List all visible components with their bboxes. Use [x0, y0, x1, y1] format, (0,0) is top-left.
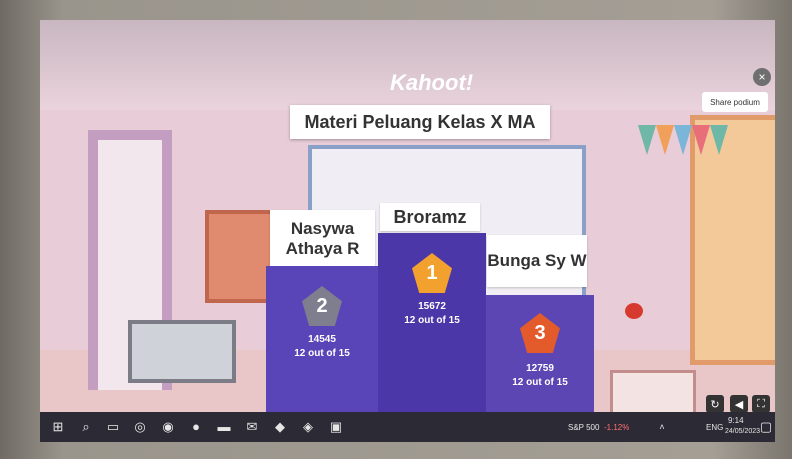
second-place-badge-icon: 2 [302, 286, 342, 326]
first-place-name: Broramz [380, 203, 480, 231]
edge-icon[interactable]: ◉ [160, 419, 176, 435]
tray-chevron-icon[interactable]: ˄ [654, 419, 670, 435]
third-place-badge-icon: 3 [520, 313, 560, 353]
mail-icon[interactable]: ✉ [244, 419, 260, 435]
search-icon[interactable]: ⌕ [78, 419, 94, 435]
file-explorer-icon[interactable]: ▬ [216, 419, 232, 435]
second-place-name: Nasywa Athaya R [270, 210, 375, 268]
first-place-score: 15672 [418, 301, 446, 312]
clock-date: 24/05/2023 [725, 428, 761, 435]
fullscreen-icon: ⛶ [757, 397, 765, 410]
browser-icon[interactable]: ◎ [132, 419, 148, 435]
close-button[interactable]: × [753, 68, 771, 86]
language-indicator[interactable]: ENG [706, 423, 723, 432]
share-podium-button[interactable]: Share podium [702, 92, 768, 112]
app-icon-2[interactable]: ◈ [300, 419, 316, 435]
windows-taskbar: ⊞ ⌕ ▭ ◎ ◉ ● ▬ ✉ ◆ ◈ ▣ S&P 500 -1.12% ˄ E… [40, 412, 775, 442]
chrome-icon[interactable]: ● [188, 419, 204, 435]
first-place-podium: 1 15672 12 out of 15 [378, 233, 486, 435]
volume-button[interactable]: ◀ [730, 395, 748, 413]
third-place-correct: 12 out of 15 [512, 377, 568, 388]
second-place-podium: 2 14545 12 out of 15 [266, 266, 378, 435]
notification-icon[interactable]: ▢ [758, 419, 774, 435]
close-icon: × [758, 70, 766, 84]
stock-change: -1.12% [604, 423, 630, 432]
room-ceiling [40, 20, 775, 110]
restart-icon: ↻ [710, 398, 720, 411]
first-place-correct: 12 out of 15 [404, 315, 460, 326]
clock-time: 9:14 [728, 416, 744, 425]
restart-button[interactable]: ↻ [706, 395, 724, 413]
quiz-title: Materi Peluang Kelas X MA [290, 105, 550, 139]
second-place-correct: 12 out of 15 [294, 348, 350, 359]
stock-ticker: S&P 500 [568, 423, 600, 432]
bunting-flags-illustration [638, 115, 748, 165]
desk-illustration [610, 370, 696, 416]
kahoot-screen: × Share podium Kahoot! Materi Peluang Ke… [40, 20, 775, 435]
second-place-score: 14545 [308, 334, 336, 345]
kahoot-logo: Kahoot! [390, 70, 474, 95]
task-view-icon[interactable]: ▭ [105, 419, 121, 435]
apple-illustration [625, 303, 643, 319]
laptop-illustration [128, 320, 236, 383]
third-place-score: 12759 [526, 363, 554, 374]
start-icon[interactable]: ⊞ [50, 419, 66, 435]
third-place-name: Bunga Sy W [487, 235, 587, 287]
volume-icon: ◀ [734, 398, 744, 411]
fullscreen-button[interactable]: ⛶ [752, 395, 770, 413]
app-icon-3[interactable]: ▣ [328, 419, 344, 435]
app-icon[interactable]: ◆ [272, 419, 288, 435]
first-place-badge-icon: 1 [412, 253, 452, 293]
